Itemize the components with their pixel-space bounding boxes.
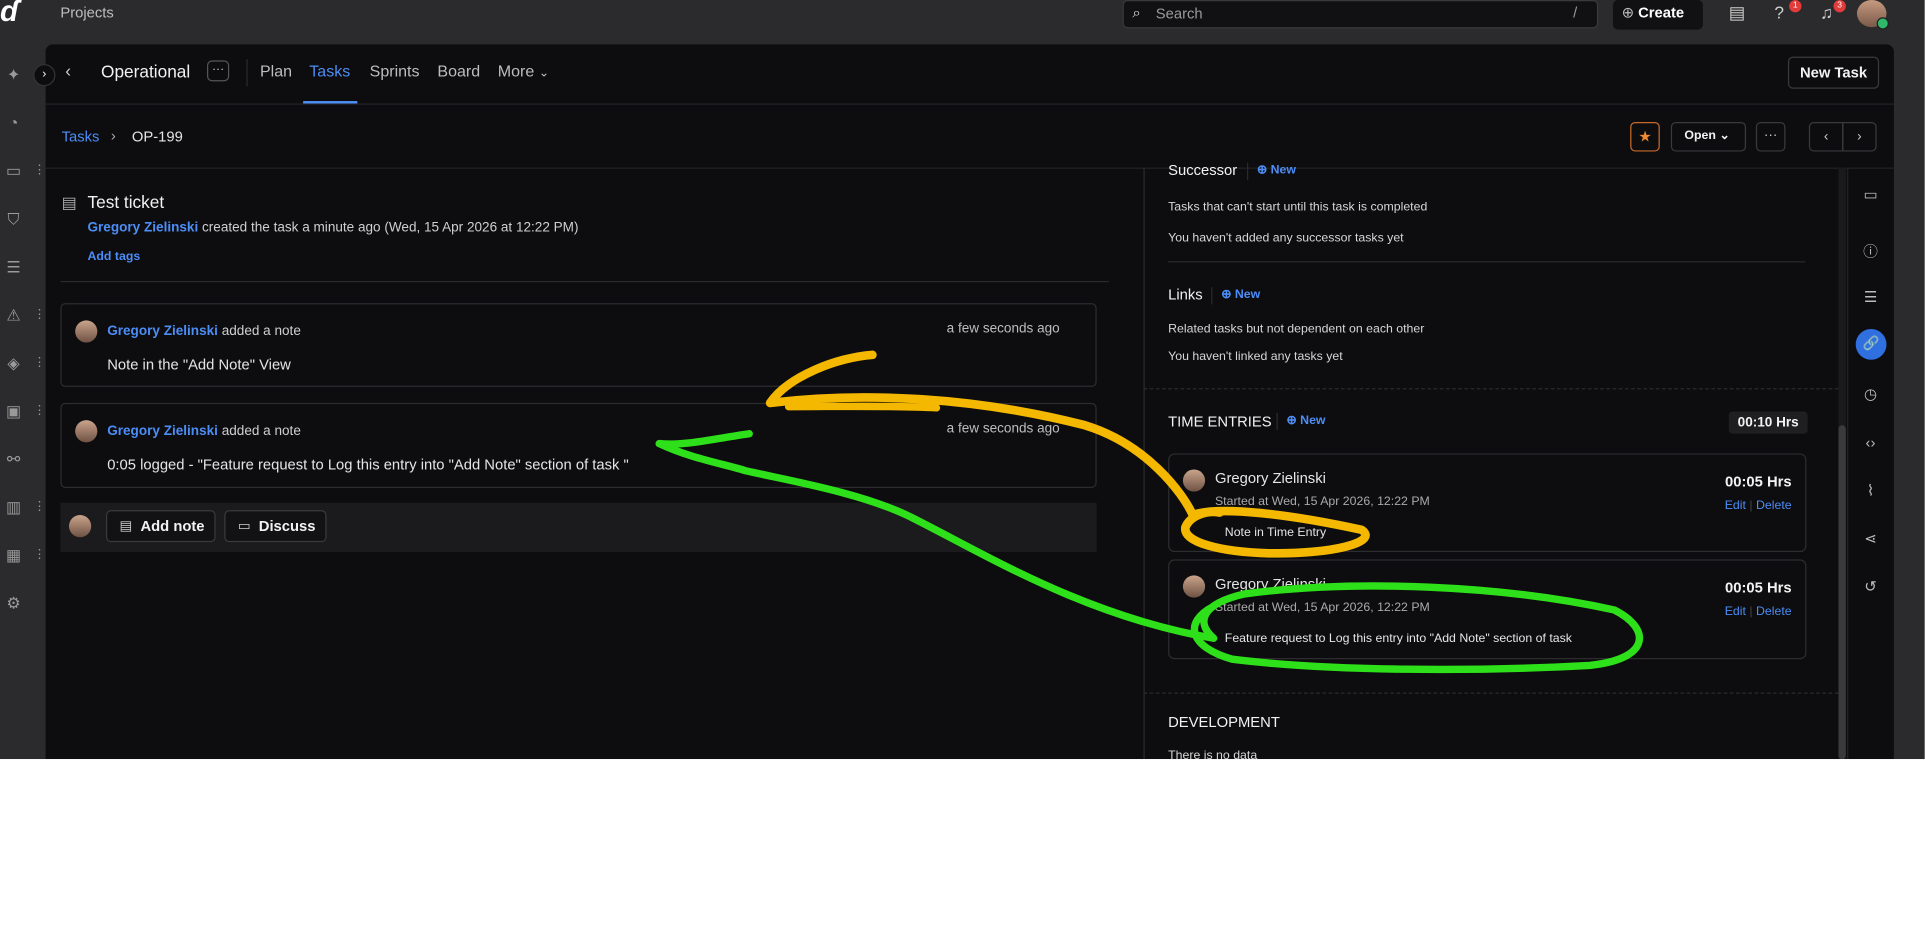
expand-sidebar-button[interactable]: › <box>33 64 56 87</box>
screen: ɗ Projects ⌕ Search / ⊕ Create ▤ ? 1 ♫ 3 ✦… <box>0 0 1925 935</box>
annotation-overlay <box>655 350 1644 674</box>
yellow-annotation-arrow <box>765 350 1370 558</box>
green-annotation-arrow <box>655 430 1644 674</box>
yellow-annotation-arrow-wing <box>784 402 941 412</box>
app-window: ɗ Projects ⌕ Search / ⊕ Create ▤ ? 1 ♫ 3 ✦… <box>0 0 1925 760</box>
